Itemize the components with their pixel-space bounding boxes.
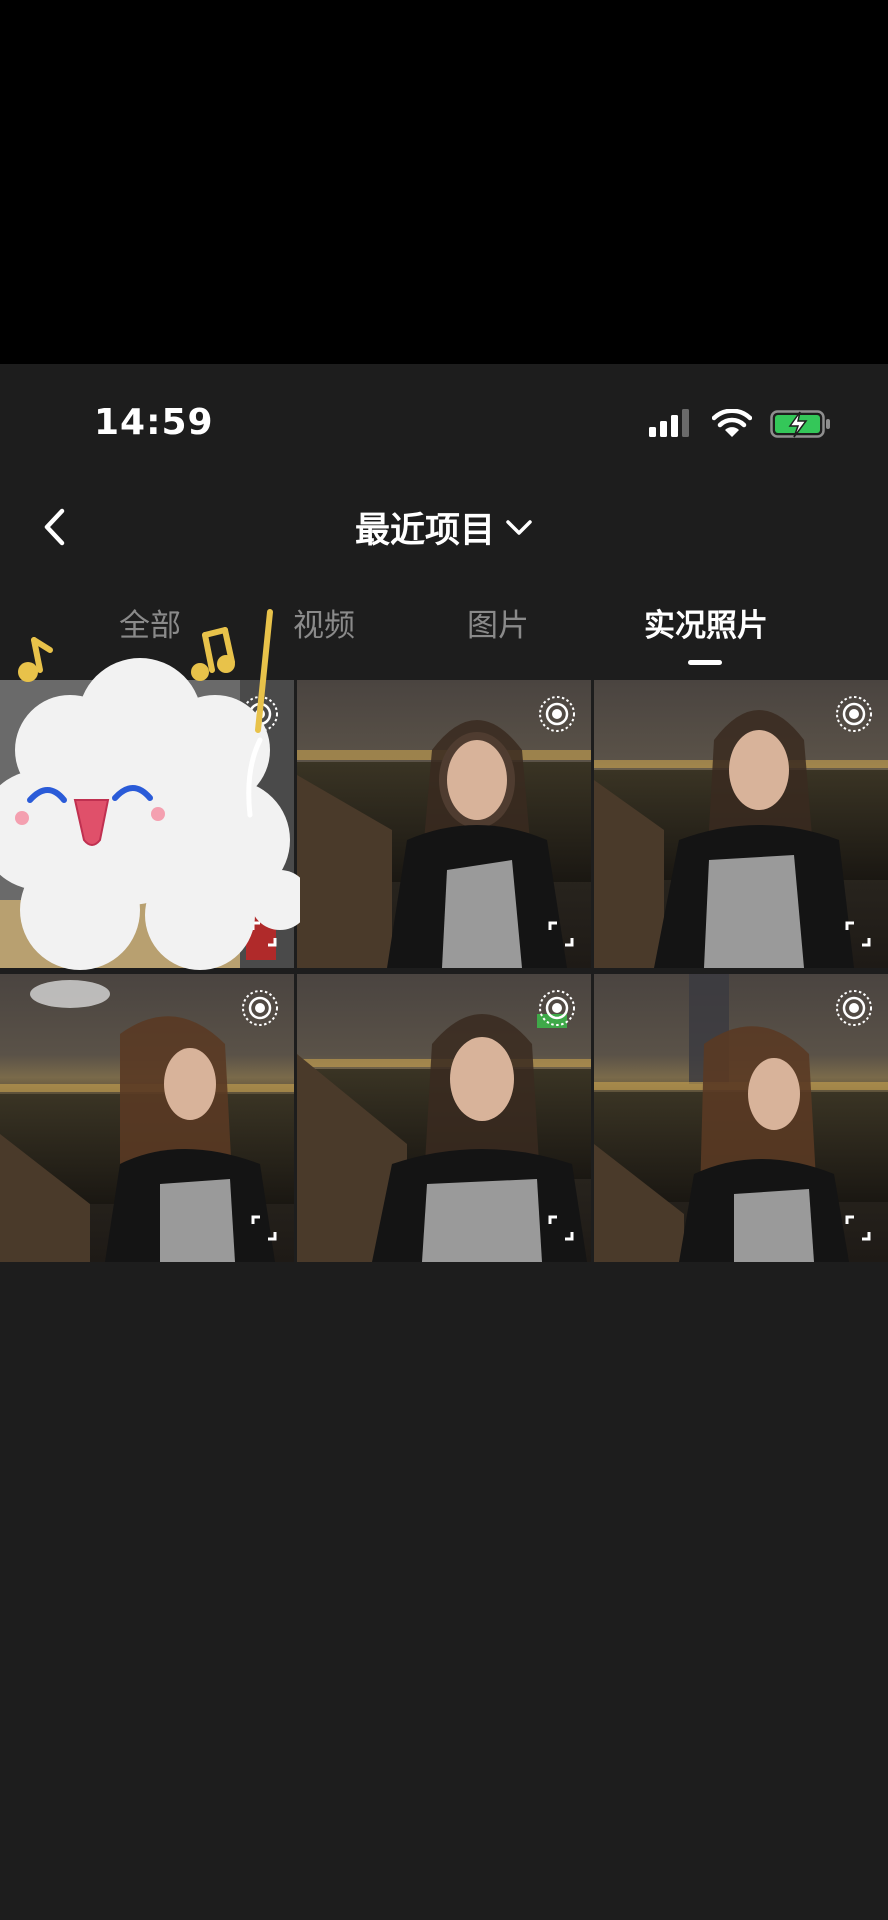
cellular-signal-icon <box>649 409 689 437</box>
live-photo-icon[interactable] <box>834 694 874 734</box>
live-photo-icon[interactable] <box>537 988 577 1028</box>
top-blank-area <box>0 0 888 364</box>
grid-item[interactable] <box>594 680 888 968</box>
grid-item[interactable] <box>594 974 888 1262</box>
album-title[interactable]: 最近项目 <box>355 502 495 553</box>
chevron-down-icon[interactable] <box>505 517 533 537</box>
media-type-tabs: 全部 视频 图片 实况照片 <box>0 600 888 670</box>
status-icons <box>648 404 832 444</box>
battery-charging-icon <box>770 410 830 438</box>
grid-item[interactable] <box>0 680 294 968</box>
media-grid <box>0 680 888 1262</box>
wifi-icon <box>712 409 752 437</box>
tab-all[interactable]: 全部 <box>110 600 190 652</box>
expand-icon[interactable] <box>250 1214 278 1242</box>
tab-images[interactable]: 图片 <box>458 600 538 652</box>
grid-item[interactable] <box>297 680 591 968</box>
grid-item[interactable] <box>297 974 591 1262</box>
grid-item[interactable] <box>0 974 294 1262</box>
chevron-left-icon <box>44 508 65 546</box>
live-photo-icon[interactable] <box>240 694 280 734</box>
live-photo-icon[interactable] <box>834 988 874 1028</box>
active-tab-indicator <box>688 660 722 665</box>
back-button[interactable] <box>36 500 72 554</box>
expand-icon[interactable] <box>250 920 278 948</box>
live-photo-icon[interactable] <box>240 988 280 1028</box>
expand-icon[interactable] <box>844 1214 872 1242</box>
tab-video[interactable]: 视频 <box>284 600 364 652</box>
expand-icon[interactable] <box>547 920 575 948</box>
tab-live-photos[interactable]: 实况照片 <box>636 600 776 652</box>
expand-icon[interactable] <box>844 920 872 948</box>
live-photo-icon[interactable] <box>537 694 577 734</box>
expand-icon[interactable] <box>547 1214 575 1242</box>
status-time: 14:59 <box>94 402 214 443</box>
